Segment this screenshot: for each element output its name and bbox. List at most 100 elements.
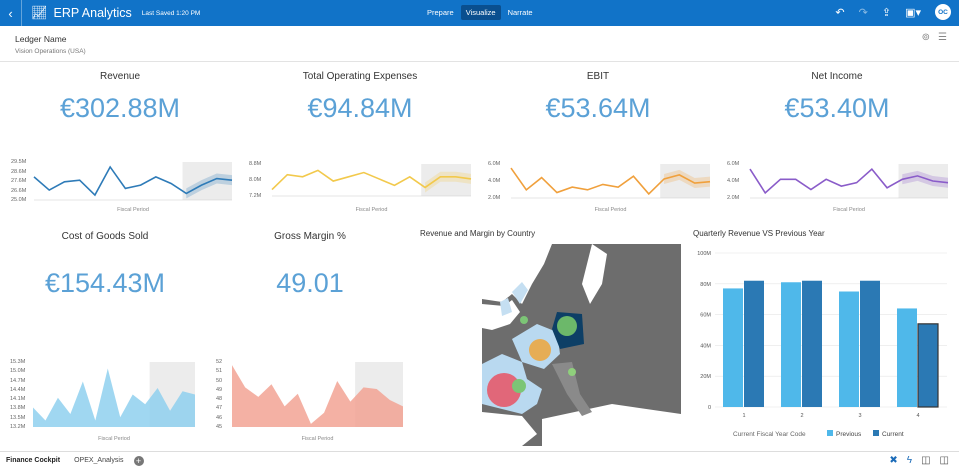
y-tick-label: 6.0M	[488, 161, 501, 167]
tab-visualize[interactable]: Visualize	[460, 5, 501, 20]
panel-right-icon[interactable]: ◫	[940, 455, 949, 466]
filter-settings-icon[interactable]: ⊚	[922, 32, 930, 43]
y-tick-label: 40M	[700, 343, 711, 349]
ireland-bubble	[520, 316, 528, 324]
bar-chart-title: Quarterly Revenue VS Previous Year	[693, 229, 825, 238]
opex-title: Total Operating Expenses	[302, 71, 418, 82]
forecast-band	[149, 362, 195, 427]
forecast-band	[660, 164, 710, 198]
bar	[897, 308, 917, 407]
y-tick-label: 4.0M	[727, 178, 740, 184]
x-axis-label: Current Fiscal Year Code	[733, 431, 806, 438]
ebit-value: €53.64M	[545, 93, 651, 123]
forecast-band	[421, 164, 471, 196]
x-axis-label: Fiscal Period	[98, 436, 130, 442]
y-tick-label: 50	[216, 377, 223, 384]
ebit-title: EBIT	[586, 71, 610, 82]
undo-icon[interactable]: ↶	[835, 6, 844, 19]
gm-value: 49.01	[276, 268, 344, 298]
quarterly-revenue-chart: 100M 80M 60M 40M 20M 0 1 2 3 4 Current Fiscal Year…	[697, 251, 947, 438]
legend-swatch	[827, 430, 833, 436]
y-tick-label: 49	[216, 386, 223, 393]
add-canvas-icon[interactable]: +	[133, 455, 144, 466]
y-tick-label: 8.0M	[249, 177, 262, 183]
filter-value[interactable]: Vision Operations (USA)	[15, 48, 86, 55]
y-tick-label: 25.0M	[11, 197, 27, 203]
tab-narrate[interactable]: Narrate	[503, 5, 538, 20]
bottom-bar: Finance Cockpit OPEX_Analysis + ✖ ϟ ◫ ◫	[0, 451, 959, 469]
x-tick-label: 2	[800, 413, 803, 419]
app-title: ERP Analytics	[53, 6, 132, 20]
top-bar: ‹ 📈︎ ERP Analytics Last Saved 1:20 PM Pr…	[0, 0, 959, 26]
save-icon[interactable]: ▣▾	[905, 6, 921, 19]
bar	[781, 282, 801, 407]
bar	[839, 291, 859, 407]
y-tick-label: 13.2M	[10, 424, 26, 430]
legend-swatch	[873, 430, 879, 436]
forecast-range	[902, 170, 948, 188]
y-tick-label: 29.5M	[11, 159, 27, 165]
y-tick-label: 52	[216, 359, 223, 365]
x-tick-label: 1	[742, 413, 745, 419]
y-tick-label: 80M	[700, 282, 711, 288]
tab-prepare[interactable]: Prepare	[422, 5, 459, 20]
back-icon[interactable]: ‹	[0, 0, 22, 26]
forecast-range	[186, 173, 232, 199]
area-series	[232, 365, 403, 427]
forecast-band	[898, 164, 948, 198]
cogs-value: €154.43M	[44, 268, 166, 298]
x-axis-label: Fiscal Period	[355, 207, 388, 213]
portugal-bubble	[512, 379, 526, 393]
avatar[interactable]: OC	[935, 4, 951, 20]
y-tick-label: 2.0M	[488, 195, 501, 201]
grammar-icon[interactable]: ✖	[889, 455, 897, 466]
bar	[744, 280, 764, 407]
menu-icon[interactable]: ☰	[938, 32, 947, 43]
redo-icon[interactable]: ↷	[859, 6, 868, 19]
sparkline-series	[33, 165, 233, 197]
y-tick-label: 7.2M	[249, 193, 262, 199]
forecast-range	[664, 169, 710, 189]
y-tick-label: 20M	[700, 374, 711, 380]
gm-title: Gross Margin %	[274, 231, 346, 242]
last-saved: Last Saved 1:20 PM	[141, 9, 201, 17]
bar	[917, 323, 939, 408]
legend-label: Previous	[836, 431, 862, 438]
x-axis-label: Fiscal Period	[117, 207, 149, 213]
x-tick-label: 4	[916, 413, 919, 419]
y-tick-label: 0	[708, 405, 711, 411]
canvas-tab-opex-analysis[interactable]: OPEX_Analysis	[74, 457, 123, 464]
sparkline-series	[510, 167, 711, 196]
panel-left-icon[interactable]: ◫	[921, 455, 930, 466]
forecast-range	[425, 171, 471, 193]
germany-bubble	[557, 316, 577, 336]
bar	[802, 280, 822, 407]
canvas-tab-finance-cockpit[interactable]: Finance Cockpit	[6, 457, 60, 464]
revenue-value: €302.88M	[59, 93, 181, 123]
sparkline-series	[271, 169, 472, 191]
filter-bar: Ledger Name Vision Operations (USA) ⊚ ☰	[0, 26, 959, 62]
europe-map[interactable]	[482, 244, 681, 446]
y-tick-label: 60M	[700, 313, 711, 319]
y-tick-label: 15.3M	[10, 359, 26, 365]
share-icon[interactable]: ⇪	[882, 6, 891, 19]
y-tick-label: 100M	[697, 251, 711, 257]
y-tick-label: 48	[216, 396, 223, 403]
x-axis-label: Fiscal Period	[594, 207, 627, 213]
net-income-title: Net Income	[811, 71, 863, 82]
lightning-icon[interactable]: ϟ	[907, 455, 912, 466]
y-tick-label: 2.0M	[727, 195, 740, 201]
x-axis-label: Fiscal Period	[301, 436, 334, 442]
y-tick-label: 15.0M	[10, 368, 26, 375]
y-tick-label: 14.7M	[10, 377, 26, 384]
y-tick-label: 14.1M	[10, 396, 26, 403]
map-title: Revenue and Margin by Country	[420, 229, 536, 238]
y-tick-label: 8.8M	[249, 161, 262, 167]
net-income-value: €53.40M	[784, 93, 890, 123]
y-tick-label: 14.4M	[10, 386, 26, 393]
y-tick-label: 6.0M	[727, 161, 740, 167]
x-axis-label: Fiscal Period	[833, 207, 865, 213]
bar	[723, 288, 743, 407]
forecast-band	[355, 362, 403, 427]
y-tick-label: 46	[216, 414, 223, 421]
